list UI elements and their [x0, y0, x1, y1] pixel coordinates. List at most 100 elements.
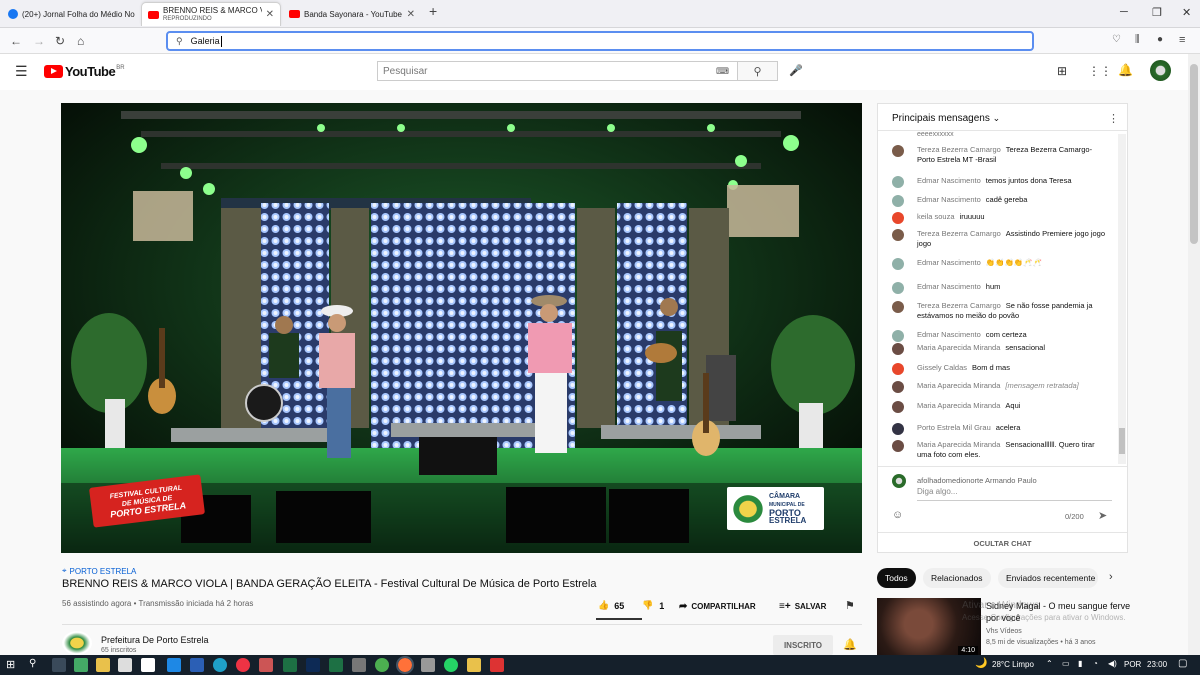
filter-related[interactable]: Relacionados [923, 568, 991, 588]
send-icon[interactable]: ➤ [1098, 509, 1107, 522]
filter-label: Relacionados [931, 573, 983, 583]
library-icon[interactable]: ⫼ [1135, 34, 1140, 45]
share-button[interactable]: ➦ COMPARTILHAR [679, 601, 756, 612]
more-options-icon[interactable]: ⋮ [1108, 112, 1119, 125]
chrome-icon[interactable] [375, 658, 389, 672]
tab-brenno-active[interactable]: BRENNO REIS & MARCO VIOLAREPRODUZINDO ✕ [141, 2, 281, 26]
keyboard-icon[interactable]: ⌨ [716, 66, 729, 77]
video-player[interactable]: FESTIVAL CULTURAL DE MÚSICA DE PORTO EST… [61, 103, 862, 553]
chat-cut-message: eeeexxxxxx [917, 131, 954, 138]
channel-avatar[interactable] [62, 631, 92, 655]
task-view-icon[interactable] [52, 658, 66, 672]
minimize-icon[interactable]: ─ [1120, 6, 1128, 18]
chat-author: Maria Aparecida Miranda [917, 401, 1001, 410]
battery-icon[interactable]: ▮ [1078, 659, 1082, 668]
close-icon[interactable]: ✕ [262, 9, 274, 20]
suggestion-channel[interactable]: Vhs Vídeos [986, 628, 1022, 635]
filter-recent[interactable]: Enviados recentemente [998, 568, 1098, 588]
chat-message: Maria Aparecida Miranda [mensagem retrata… [892, 381, 1110, 393]
forward-icon[interactable]: → [33, 34, 45, 48]
subscribed-button[interactable]: INSCRITO [773, 635, 833, 655]
apps-icon[interactable]: ⋮⋮ [1088, 64, 1112, 78]
chat-message: Maria Aparecida Miranda Sensacionallllll.… [892, 440, 1110, 460]
close-icon[interactable]: ✕ [135, 9, 140, 20]
menu-icon[interactable]: ≡ [1179, 34, 1185, 46]
channel-name[interactable]: Prefeitura De Porto Estrela [101, 635, 209, 645]
like-button[interactable]: 👍 65 [598, 600, 624, 611]
avatar[interactable] [1150, 60, 1171, 81]
chat-input[interactable]: Diga algo... [917, 487, 1112, 501]
close-window-icon[interactable]: ✕ [1182, 6, 1191, 19]
video-stats: 56 assistindo agora • Transmissão inicia… [62, 599, 254, 608]
excel-icon[interactable] [329, 658, 343, 672]
page-scrollbar[interactable] [1188, 54, 1200, 655]
app-icon[interactable] [352, 658, 366, 672]
chat-message: keila souza iruuuuu [892, 212, 1110, 224]
tab-folha[interactable]: (20+) Jornal Folha do Médio No ✕ [2, 2, 140, 26]
app-icon[interactable] [118, 658, 132, 672]
chat-author-avatar [892, 363, 904, 375]
chat-author-avatar [892, 282, 904, 294]
filter-label: Todos [885, 573, 908, 583]
new-tab-icon[interactable]: + [429, 3, 437, 19]
app-icon[interactable] [259, 658, 273, 672]
home-icon[interactable]: ⌂ [77, 34, 84, 48]
pocket-icon[interactable]: ♡ [1112, 34, 1121, 45]
network-icon[interactable]: ▭ [1062, 659, 1070, 668]
chat-author-avatar [892, 145, 904, 157]
chat-author-avatar [892, 195, 904, 207]
chrome-icon[interactable] [236, 658, 250, 672]
volume-icon[interactable]: ◀) [1108, 659, 1117, 668]
filter-all[interactable]: Todos [877, 568, 916, 588]
weather-text[interactable]: 28°C Limpo [992, 660, 1034, 669]
excel-icon[interactable] [283, 658, 297, 672]
back-icon[interactable]: ← [10, 34, 22, 48]
restore-icon[interactable]: ❐ [1152, 6, 1162, 19]
chevron-up-icon[interactable]: ⌃ [1046, 659, 1053, 668]
photoshop-icon[interactable] [306, 658, 320, 672]
wifi-icon[interactable]: ◔ [1093, 659, 1098, 668]
hide-chat-button[interactable]: OCULTAR CHAT [878, 539, 1127, 548]
account-icon[interactable]: ● [1157, 34, 1163, 45]
youtube-logo[interactable]: YouTube BR [44, 64, 125, 79]
store-icon[interactable] [141, 658, 155, 672]
microphone-icon[interactable]: 🎤 [789, 64, 803, 77]
chat-username: afolhadomedionorte Armando Paulo [917, 476, 1037, 485]
search-icon[interactable]: ⚲ [29, 658, 36, 669]
word-icon[interactable] [190, 658, 204, 672]
create-video-icon[interactable]: ⊞ [1057, 64, 1067, 78]
app-icon[interactable] [421, 658, 435, 672]
youtube-icon [289, 10, 300, 18]
app-icon[interactable] [490, 658, 504, 672]
action-center-icon[interactable]: ▢ [1178, 658, 1187, 669]
notifications-icon[interactable]: 🔔 [1118, 63, 1133, 77]
save-button[interactable]: ≡+ SALVAR [779, 601, 826, 612]
file-explorer-icon[interactable] [96, 658, 110, 672]
chat-message: Edmar Nascimento temos juntos dona Teresa [892, 176, 1110, 188]
mail-icon[interactable] [167, 658, 181, 672]
chat-scrollbar[interactable] [1118, 134, 1126, 464]
clock[interactable]: 23:00 [1147, 660, 1167, 669]
tab-sayonara[interactable]: Banda Sayonara - YouTube ✕ [283, 2, 421, 26]
chat-author: Gissely Caldas [917, 363, 968, 372]
location-tag[interactable]: ⌖ PORTO ESTRELA [62, 566, 136, 576]
hamburger-icon[interactable]: ☰ [15, 63, 28, 80]
language-indicator[interactable]: POR [1124, 660, 1141, 669]
edge-icon[interactable] [213, 658, 227, 672]
chat-filter-dropdown[interactable]: Principais mensagens ⌄ [892, 113, 1000, 124]
firefox-icon[interactable] [396, 656, 414, 674]
windows-start-icon[interactable]: ⊞ [6, 658, 15, 671]
report-flag-icon[interactable]: ⚑ [845, 599, 855, 612]
whatsapp-icon[interactable] [444, 658, 458, 672]
close-icon[interactable]: ✕ [403, 9, 415, 20]
url-bar[interactable]: ⚲ Galeria [166, 31, 1034, 51]
reload-icon[interactable]: ↻ [55, 34, 65, 48]
dislike-button[interactable]: 👎 1 [642, 600, 664, 611]
search-input[interactable]: Pesquisar ⌨ [377, 61, 738, 81]
emoji-icon[interactable]: ☺ [892, 509, 903, 521]
chevron-right-icon[interactable]: › [1109, 571, 1113, 583]
folder-icon[interactable] [467, 658, 481, 672]
notification-bell-icon[interactable]: 🔔 [843, 638, 857, 651]
search-button[interactable]: ⚲ [738, 61, 778, 81]
app-icon[interactable] [74, 658, 88, 672]
